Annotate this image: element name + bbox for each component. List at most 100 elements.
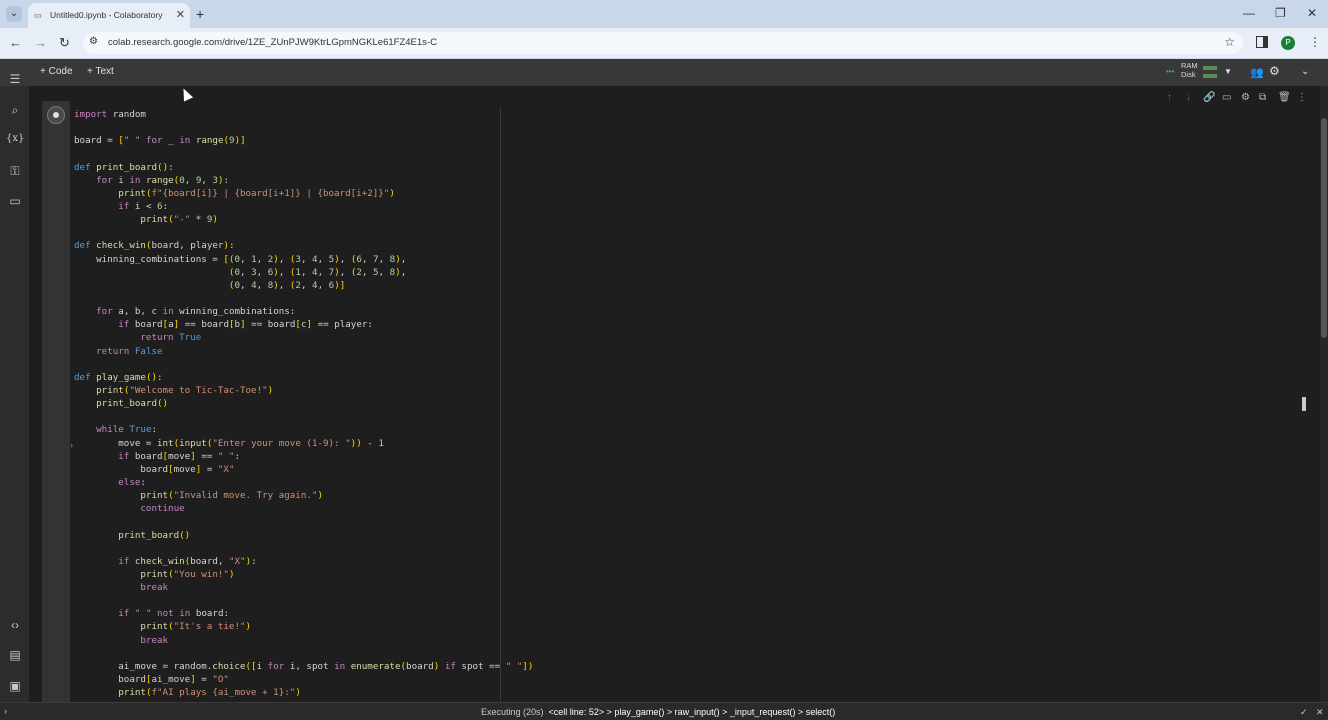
tab-search-chevron-icon[interactable]: ⌄ [6,6,22,22]
code-line[interactable]: print_board() [74,529,533,542]
mirror-cell-icon[interactable]: ⧉ [1259,92,1266,103]
code-snippets-icon[interactable]: ‹› [6,618,24,634]
code-line[interactable]: while True: [74,423,533,436]
scrollbar-thumb[interactable] [1321,118,1327,338]
browser-menu-icon[interactable]: ⋮ [1309,35,1321,49]
code-line[interactable]: board[move] = "X" [74,463,533,476]
code-line[interactable]: print(f"{board[i]} | {board[i+1]} | {boa… [74,187,533,200]
url-omnibox[interactable]: ⚙ colab.research.google.com/drive/1ZE_ZU… [83,32,1243,54]
code-line[interactable]: print("It's a tie!") [74,620,533,633]
variables-icon[interactable]: {x} [6,133,24,149]
tab-close-icon[interactable]: ✕ [176,8,185,21]
add-code-button[interactable]: + Code [40,66,73,77]
code-line[interactable]: if board[a] == board[b] == board[c] == p… [74,318,533,331]
code-line[interactable]: break [74,634,533,647]
share-people-icon[interactable]: 👥 [1250,66,1264,79]
code-line[interactable] [74,647,533,660]
code-line[interactable]: continue [74,502,533,515]
link-icon[interactable]: 🔗 [1203,92,1215,103]
code-line[interactable]: print("Invalid move. Try again.") [74,489,533,502]
reload-icon[interactable]: ↻ [59,35,70,51]
code-line[interactable]: ai_move = random.choice([i for i, spot i… [74,660,533,673]
code-line[interactable]: board = [" " for _ in range(9)] [74,134,533,147]
code-line[interactable] [74,292,533,305]
code-line[interactable]: if check_win(board, "X"): [74,555,533,568]
cell-settings-icon[interactable]: ⚙ [1241,92,1250,103]
colab-favicon-icon: ∞ [34,10,42,22]
call-trace[interactable]: <cell line: 52> > play_game() > raw_inpu… [549,707,836,717]
expand-arrow-icon[interactable]: › [4,706,7,716]
disk-label: Disk [1181,70,1196,79]
browser-tab-active[interactable]: ∞ Untitled0.ipynb - Colaboratory ✕ [28,3,190,28]
status-close-icon[interactable]: ✕ [1316,707,1324,718]
code-line[interactable] [74,542,533,555]
secrets-key-icon[interactable]: ⚿ [6,164,24,180]
code-line[interactable]: def check_win(board, player): [74,239,533,252]
code-line[interactable] [74,147,533,160]
browser-tab-bar: ⌄ ∞ Untitled0.ipynb - Colaboratory ✕ + —… [0,0,1328,28]
code-line[interactable]: for a, b, c in winning_combinations: [74,305,533,318]
code-line[interactable]: if board[move] == " ": [74,450,533,463]
code-line[interactable] [74,358,533,371]
code-line[interactable]: print_board() [74,397,533,410]
code-line[interactable] [74,410,533,423]
executing-label: Executing (20s) [481,707,544,717]
code-line[interactable]: (0, 3, 6), (1, 4, 7), (2, 5, 8), [74,266,533,279]
restore-icon[interactable]: ❐ [1275,6,1286,20]
code-line[interactable]: print("You win!") [74,568,533,581]
code-line[interactable]: return True [74,331,533,344]
code-line[interactable] [74,594,533,607]
settings-gear-icon[interactable]: ⚙ [1269,64,1280,78]
code-line[interactable]: print("-" * 9) [74,213,533,226]
code-line[interactable]: for i in range(0, 9, 3): [74,174,533,187]
code-line[interactable] [74,226,533,239]
run-cell-button[interactable] [47,106,65,124]
code-line[interactable]: def print_board(): [74,161,533,174]
code-line[interactable]: (0, 4, 8), (2, 4, 6)] [74,279,533,292]
ram-label: RAM [1181,61,1198,70]
table-of-contents-icon[interactable]: ☰ [6,72,24,88]
back-arrow-icon[interactable]: ← [9,35,22,50]
more-options-icon[interactable]: ⋮ [1297,92,1307,103]
code-line[interactable] [74,121,533,134]
code-line[interactable]: def play_game(): [74,371,533,384]
code-line[interactable]: import random [74,108,533,121]
forward-arrow-icon[interactable]: → [34,35,47,50]
code-editor[interactable]: import random board = [" " for _ in rang… [74,108,533,699]
new-tab-plus-icon[interactable]: + [196,6,204,22]
code-line[interactable]: break [74,581,533,594]
site-info-icon[interactable]: ⚙ [89,36,98,47]
side-panel-icon[interactable] [1256,36,1268,48]
code-line[interactable]: if i < 6: [74,200,533,213]
code-line[interactable] [74,515,533,528]
code-line[interactable]: board[ai_move] = "O" [74,673,533,686]
profile-avatar[interactable]: P [1281,36,1295,50]
bookmark-star-icon[interactable]: ☆ [1224,35,1235,49]
terminal-icon[interactable]: ▣ [6,679,24,695]
code-line[interactable]: return False [74,345,533,358]
stop-icon [53,112,59,118]
search-icon[interactable]: ⌕ [6,103,24,119]
add-text-button[interactable]: + Text [87,66,114,77]
code-line[interactable]: else: [74,476,533,489]
delete-icon[interactable]: 🗑 [1278,92,1291,103]
runtime-dropdown-icon[interactable]: ▼ [1224,67,1232,76]
cell-gutter [42,101,70,702]
files-folder-icon[interactable]: ▭ [6,194,24,210]
collapse-chevron-icon[interactable]: ⌄ [1301,66,1309,77]
code-line[interactable]: print(f"AI plays {ai_move + 1}:") [74,686,533,699]
code-line[interactable]: winning_combinations = [(0, 1, 2), (3, 4… [74,253,533,266]
move-down-icon[interactable]: ↓ [1186,92,1191,103]
window-close-icon[interactable]: ✕ [1307,6,1317,20]
code-line[interactable]: print("Welcome to Tic-Tac-Toe!") [74,384,533,397]
code-line[interactable]: if " " not in board: [74,607,533,620]
fold-arrow-icon[interactable]: › [70,440,73,450]
move-up-icon[interactable]: ↑ [1167,92,1172,103]
execution-status: Executing (20s) <cell line: 52> > play_g… [481,707,835,717]
minimize-icon[interactable]: — [1243,6,1255,20]
resource-monitor[interactable]: RAM Disk [1181,61,1198,79]
code-line[interactable]: move = int(input("Enter your move (1-9):… [74,437,533,450]
url-text[interactable]: colab.research.google.com/drive/1ZE_ZUnP… [108,37,437,48]
comment-icon[interactable]: ▭ [1222,92,1231,103]
command-palette-icon[interactable]: ▤ [6,648,24,664]
